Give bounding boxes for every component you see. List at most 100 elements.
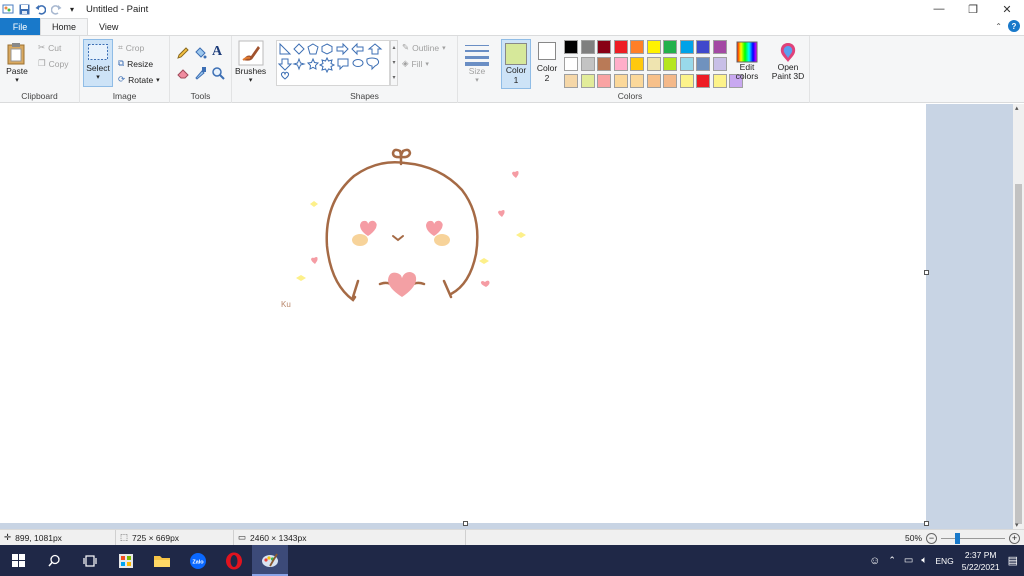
palette-swatch[interactable] [696,74,710,88]
palette-swatch[interactable] [679,40,694,54]
palette-swatch[interactable] [712,57,727,71]
people-icon[interactable]: ☺ [869,555,880,567]
palette-swatch[interactable] [679,74,694,88]
clock[interactable]: 2:37 PM 5/22/2021 [962,549,1000,573]
taskbar-opera[interactable] [216,545,252,576]
copy-button[interactable]: ❐ Copy [38,58,68,69]
size-button[interactable]: Size ▾ [464,42,490,84]
taskbar-zalo[interactable]: Zalo [180,545,216,576]
shapes-scroll[interactable]: ▴ ▾ ▾ [390,40,398,86]
magnifier-icon[interactable] [211,66,225,80]
crop-button[interactable]: ⌗ Crop [118,42,144,53]
taskbar-paint[interactable] [252,545,288,576]
resize-handle-corner[interactable] [924,521,929,526]
palette-swatch[interactable] [712,74,727,88]
pencil-icon[interactable] [176,46,190,60]
palette-swatch[interactable] [696,57,710,71]
outline-button[interactable]: ✎ Outline ▾ [402,42,446,53]
palette-swatch[interactable] [663,40,677,54]
open-paint3d-button[interactable]: Open Paint 3D [768,41,808,81]
scroll-down-icon[interactable]: ▾ [1015,521,1019,529]
help-icon[interactable]: ? [1008,20,1020,32]
palette-swatch[interactable] [663,74,677,88]
image-group-label: Image [112,91,137,101]
palette-swatch[interactable] [696,40,710,54]
palette-swatch[interactable] [630,40,644,54]
select-button[interactable]: Select ▾ [83,39,113,87]
undo-icon[interactable] [34,3,46,15]
customize-toolbar-icon[interactable]: ▾ [66,3,78,15]
cut-button[interactable]: ✂ Cut [38,42,61,53]
resize-handle-bottom[interactable] [463,521,468,526]
zoom-slider-thumb[interactable] [955,532,960,544]
paste-button[interactable]: Paste ▾ [6,42,28,84]
color-picker-icon[interactable] [193,66,207,80]
rotate-button[interactable]: ⟳ Rotate ▾ [118,74,160,85]
fill-bucket-icon[interactable] [193,46,207,60]
palette-swatch[interactable] [564,57,578,71]
color1-label: Color [505,65,527,75]
paste-icon [7,43,25,65]
notifications-icon[interactable]: ▤ [1008,554,1018,567]
palette-swatch[interactable] [630,57,644,71]
palette-swatch[interactable] [646,40,661,54]
input-language[interactable]: ENG [935,556,953,566]
redo-icon[interactable] [50,3,62,15]
tab-file[interactable]: File [0,18,40,35]
search-button[interactable] [36,545,72,576]
drawing-canvas[interactable]: Ku [0,104,929,526]
palette-swatch[interactable] [580,40,595,54]
palette-swatch[interactable] [580,57,595,71]
scroll-up-icon[interactable]: ▴ [1015,104,1019,112]
resize-button[interactable]: ⧉ Resize [118,58,153,69]
fill-button[interactable]: ◈ Fill ▾ [402,58,429,69]
eraser-icon[interactable] [176,66,190,80]
text-tool-icon[interactable]: A [212,44,222,60]
taskbar-file-explorer[interactable] [144,545,180,576]
palette-swatch[interactable] [597,57,611,71]
edit-colors-button[interactable]: Edit colors [732,41,762,81]
palette-swatch[interactable] [580,74,595,88]
crop-label: Crop [125,42,145,53]
tab-view[interactable]: View [88,18,129,35]
palette-swatch[interactable] [646,74,661,88]
brushes-button[interactable]: Brushes ▾ [235,40,266,84]
scrollbar-thumb[interactable] [1015,184,1022,524]
mouth [392,235,404,242]
palette-swatch[interactable] [679,57,694,71]
palette-swatch[interactable] [613,74,628,88]
zoom-out-button[interactable]: − [926,532,937,544]
palette-swatch[interactable] [597,40,611,54]
resize-handle-right[interactable] [924,270,929,275]
palette-swatch[interactable] [613,40,628,54]
fill-label: Fill [411,58,423,69]
vertical-scrollbar[interactable]: ▴ ▾ [1013,104,1024,529]
tab-home[interactable]: Home [40,18,89,35]
left-blush [352,234,368,246]
color1-button[interactable]: Color 1 [501,39,531,89]
save-icon[interactable] [18,3,30,15]
palette-swatch[interactable] [630,74,644,88]
task-view-button[interactable] [72,545,108,576]
zoom-in-button[interactable]: + [1009,532,1020,544]
minimize-button[interactable]: — [922,0,956,18]
palette-swatch[interactable] [663,57,677,71]
zoom-slider[interactable] [941,532,1005,544]
palette-swatch[interactable] [613,57,628,71]
palette-swatch[interactable] [564,74,578,88]
color2-button[interactable]: Color 2 [536,42,558,83]
close-button[interactable]: ✕ [990,0,1024,18]
taskbar-app-store[interactable] [108,545,144,576]
volume-icon[interactable]: 🔈︎ [921,555,927,566]
palette-swatch[interactable] [712,40,727,54]
maximize-button[interactable]: ❐ [956,0,990,18]
shapes-gallery[interactable] [276,40,390,86]
palette-swatch[interactable] [597,74,611,88]
battery-icon[interactable]: ▭ [904,555,913,566]
palette-swatch[interactable] [646,57,661,71]
collapse-ribbon-icon[interactable]: ⌃ [995,22,1002,31]
paint-app-icon[interactable] [2,3,14,15]
palette-swatch[interactable] [564,40,578,54]
show-hidden-icons[interactable]: ⌃ [888,555,896,566]
start-button[interactable] [0,545,36,576]
